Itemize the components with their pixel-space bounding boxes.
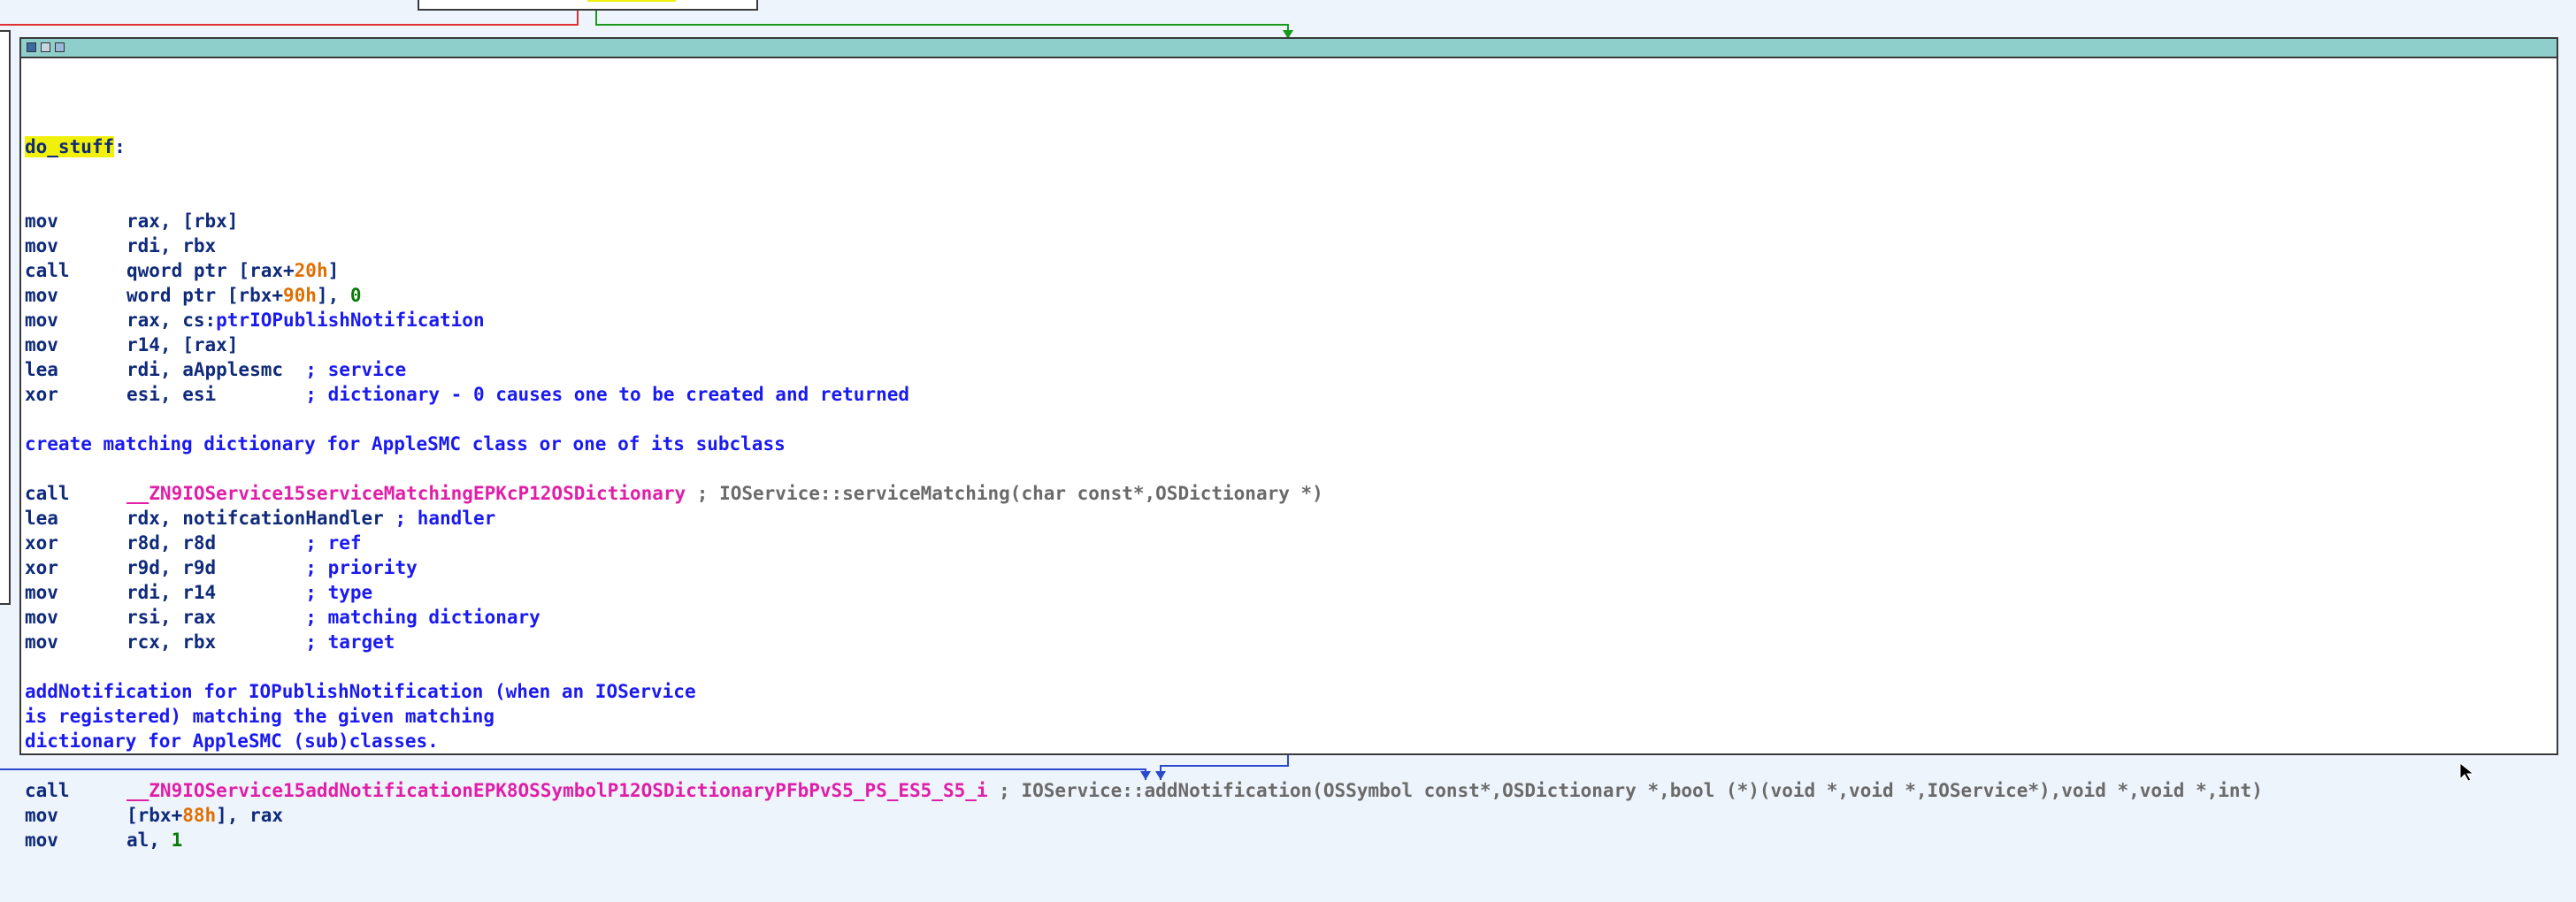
function-label[interactable]: do_stuff bbox=[25, 136, 115, 157]
instruction-operand[interactable]: 88h bbox=[182, 805, 216, 826]
instruction-operand[interactable]: 1 bbox=[172, 829, 183, 851]
info-block-icon[interactable] bbox=[55, 42, 65, 52]
instruction-mnemonic[interactable]: mov bbox=[25, 233, 126, 258]
instruction-line: xor esi, esi ; dictionary - 0 causes one … bbox=[25, 382, 2557, 407]
block-comment-line: is registered) matching the given matchi… bbox=[25, 704, 2557, 729]
edit-block-icon[interactable] bbox=[41, 42, 50, 52]
instruction-mnemonic[interactable]: mov bbox=[25, 333, 126, 357]
side-block[interactable] bbox=[0, 30, 11, 605]
instruction-mnemonic[interactable]: mov bbox=[25, 209, 126, 233]
instruction-line: lea rdx, notifcationHandler ; handler bbox=[25, 506, 2557, 531]
instruction-line: mov rax, [rbx] bbox=[25, 209, 2557, 233]
block-comment: addNotification for IOPublishNotificatio… bbox=[25, 681, 696, 702]
instruction-operand[interactable]: ], rax bbox=[216, 805, 283, 826]
block-comment-line: create matching dictionary for AppleSMC … bbox=[25, 432, 2557, 456]
function-label-line: do_stuff: bbox=[25, 136, 126, 157]
instruction-operand[interactable]: ] bbox=[328, 260, 340, 281]
instruction-operand[interactable]: ; IOService::addNotification(OSSymbol co… bbox=[988, 780, 2263, 801]
instruction-operand[interactable]: rsi, rax bbox=[126, 607, 305, 628]
instruction-operand[interactable]: rax, [rbx] bbox=[126, 210, 238, 232]
instruction-line: mov rdi, rbx bbox=[25, 233, 2557, 258]
previous-block-highlight bbox=[587, 0, 676, 2]
instruction-operand[interactable]: [rbx+ bbox=[126, 805, 182, 826]
instruction-line: mov rax, cs:ptrIOPublishNotification bbox=[25, 308, 2557, 333]
instruction-operand[interactable]: rdi, r14 bbox=[126, 582, 305, 603]
instruction-mnemonic[interactable]: mov bbox=[25, 580, 126, 605]
instruction-operand[interactable]: rcx, rbx bbox=[126, 631, 305, 653]
previous-block[interactable] bbox=[418, 0, 758, 11]
graph-block-icon[interactable] bbox=[27, 42, 36, 52]
instruction-operand[interactable]: ], bbox=[317, 285, 350, 306]
instruction-operand[interactable]: __ZN9IOService15addNotificationEPK8OSSym… bbox=[126, 780, 988, 801]
instruction-operand[interactable]: r8d, r8d bbox=[126, 532, 305, 554]
instruction-operand[interactable]: ; handler bbox=[395, 508, 495, 529]
instruction-operand[interactable]: rdi, rbx bbox=[126, 235, 216, 256]
instruction-line: call qword ptr [rax+20h] bbox=[25, 258, 2557, 283]
instruction-operand[interactable]: ; service bbox=[305, 359, 406, 380]
instruction-line: mov rdi, r14 ; type bbox=[25, 580, 2557, 605]
instruction-line: call __ZN9IOService15serviceMatchingEPKcP… bbox=[25, 481, 2557, 506]
block-comment: is registered) matching the given matchi… bbox=[25, 706, 495, 727]
instruction-mnemonic[interactable]: lea bbox=[25, 506, 126, 531]
instruction-operand[interactable]: 90h bbox=[283, 285, 317, 306]
graph-node-do-stuff[interactable]: do_stuff: mov rax, [rbx] mov rdi, rbx call qw… bbox=[19, 37, 2558, 851]
instruction-operand[interactable]: rax, cs: bbox=[126, 310, 216, 331]
instruction-line: mov rsi, rax ; matching dictionary bbox=[25, 605, 2557, 630]
instruction-operand[interactable]: ; IOService::serviceMatching(char const*… bbox=[686, 483, 1323, 504]
instruction-mnemonic[interactable]: mov bbox=[25, 828, 126, 852]
instruction-mnemonic[interactable]: xor bbox=[25, 555, 126, 580]
instruction-mnemonic[interactable]: mov bbox=[25, 630, 126, 654]
instruction-line: xor r8d, r8d ; ref bbox=[25, 531, 2557, 555]
instruction-line: xor r9d, r9d ; priority bbox=[25, 555, 2557, 580]
edge-green bbox=[595, 11, 1289, 35]
instruction-mnemonic[interactable]: lea bbox=[25, 357, 126, 382]
instruction-operand[interactable]: word ptr [rbx+ bbox=[126, 285, 283, 306]
instruction-line: lea rdi, aApplesmc ; service bbox=[25, 357, 2557, 382]
instruction-mnemonic[interactable]: call bbox=[25, 778, 126, 803]
instruction-operand[interactable]: qword ptr [rax+ bbox=[126, 260, 295, 281]
block-comment-line: dictionary for AppleSMC (sub)classes. bbox=[25, 729, 2557, 753]
instruction-line: mov r14, [rax] bbox=[25, 333, 2557, 357]
instruction-line: mov [rbx+88h], rax bbox=[25, 803, 2557, 828]
instruction-operand[interactable]: ; target bbox=[305, 631, 395, 653]
block-comment: dictionary for AppleSMC (sub)classes. bbox=[25, 730, 439, 752]
instruction-operand[interactable]: al, bbox=[126, 829, 172, 851]
instruction-operand[interactable]: esi, esi bbox=[126, 384, 305, 405]
instruction-mnemonic[interactable]: mov bbox=[25, 605, 126, 630]
instruction-operand[interactable]: __ZN9IOService15serviceMatchingEPKcP12OS… bbox=[126, 483, 686, 504]
instruction-mnemonic[interactable]: mov bbox=[25, 803, 126, 828]
instruction-line: mov al, 1 bbox=[25, 828, 2557, 852]
block-comment: create matching dictionary for AppleSMC … bbox=[25, 433, 786, 455]
instruction-operand[interactable]: r9d, r9d bbox=[126, 557, 305, 578]
disassembly-listing: do_stuff: mov rax, [rbx] mov rdi, rbx call qw… bbox=[25, 85, 2557, 902]
instruction-operand[interactable]: rdi, aApplesmc bbox=[126, 359, 305, 380]
instruction-operand[interactable]: 20h bbox=[295, 260, 328, 281]
edge-red bbox=[0, 11, 579, 26]
instruction-operand[interactable]: ; priority bbox=[305, 557, 417, 578]
instruction-line: mov rcx, rbx ; target bbox=[25, 630, 2557, 654]
node-titlebar[interactable] bbox=[21, 39, 2557, 58]
instruction-mnemonic[interactable]: xor bbox=[25, 382, 126, 407]
instruction-line: mov word ptr [rbx+90h], 0 bbox=[25, 283, 2557, 308]
instruction-mnemonic[interactable]: mov bbox=[25, 308, 126, 333]
instruction-operand[interactable]: ; dictionary - 0 causes one to be create… bbox=[305, 384, 909, 405]
mouse-cursor-icon bbox=[2459, 762, 2475, 782]
instruction-operand[interactable]: rdx, notifcationHandler bbox=[126, 508, 395, 529]
instruction-operand[interactable]: ; ref bbox=[305, 532, 361, 554]
instruction-mnemonic[interactable]: call bbox=[25, 481, 126, 506]
instruction-operand[interactable]: ; matching dictionary bbox=[305, 607, 540, 628]
instruction-mnemonic[interactable]: xor bbox=[25, 531, 126, 555]
block-comment-line: addNotification for IOPublishNotificatio… bbox=[25, 679, 2557, 704]
instruction-operand[interactable]: ; type bbox=[305, 582, 372, 603]
instruction-operand[interactable]: ptrIOPublishNotification bbox=[216, 310, 484, 331]
instruction-operand[interactable]: r14, [rax] bbox=[126, 334, 238, 355]
instruction-mnemonic[interactable]: mov bbox=[25, 283, 126, 308]
instruction-line: call __ZN9IOService15addNotificationEPK8O… bbox=[25, 778, 2557, 803]
instruction-mnemonic[interactable]: call bbox=[25, 258, 126, 283]
instruction-operand[interactable]: 0 bbox=[350, 285, 362, 306]
